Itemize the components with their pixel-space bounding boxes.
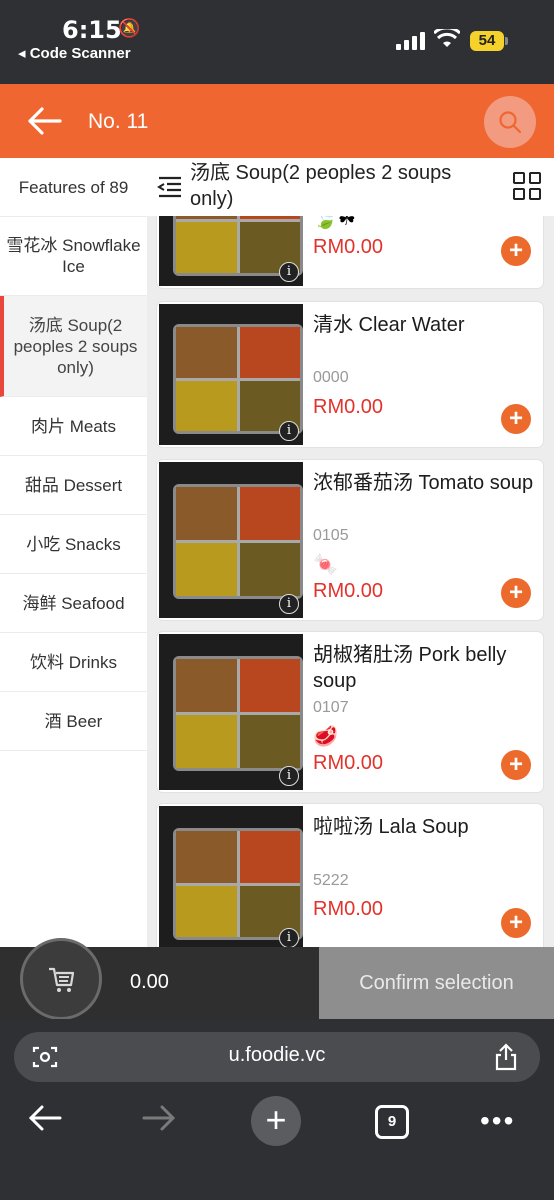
sidebar-item-label: 小吃 Snacks — [26, 534, 121, 554]
product-image: i — [159, 304, 303, 445]
search-icon — [499, 111, 522, 134]
add-to-cart-button[interactable]: + — [501, 908, 531, 938]
browser-toolbar: u.foodie.vc + 9 ••• — [0, 1019, 554, 1200]
info-icon[interactable]: i — [279, 262, 299, 282]
info-icon[interactable]: i — [279, 421, 299, 441]
add-to-cart-button[interactable]: + — [501, 578, 531, 608]
product-name: 清水 Clear Water — [313, 314, 465, 336]
product-card[interactable]: i 清水 Clear Water 0000 RM0.00 + — [157, 302, 543, 447]
sidebar-item-label: 雪花冰 Snowflake Ice — [6, 236, 141, 276]
category-title: 汤底 Soup(2 peoples 2 soups only) — [190, 162, 452, 210]
collapse-list-icon[interactable] — [157, 176, 183, 198]
product-name: 啦啦汤 Lala Soup — [313, 816, 469, 838]
product-card[interactable]: i 胡椒猪肚汤 Pork belly soup 0107 🥩 RM0.00 + — [157, 632, 543, 792]
category-sidebar: Features of 89 雪花冰 Snowflake Ice 汤底 Soup… — [0, 158, 147, 947]
cart-total: 0.00 — [130, 971, 169, 993]
browser-forward-icon[interactable] — [142, 1103, 176, 1133]
product-price: RM0.00 — [313, 898, 384, 920]
app-header: No. 11 — [0, 84, 554, 158]
sidebar-item-snacks[interactable]: 小吃 Snacks — [0, 515, 147, 574]
share-icon[interactable] — [494, 1043, 518, 1071]
address-bar[interactable]: u.foodie.vc — [14, 1032, 540, 1082]
sidebar-item-label: 海鲜 Seafood — [22, 593, 125, 613]
table-number-title: No. 11 — [88, 110, 149, 133]
battery-tip — [505, 37, 508, 45]
product-image: i — [159, 216, 303, 286]
product-tag-icon: 🥩 — [313, 726, 338, 748]
product-price: RM0.00 — [313, 236, 384, 258]
url-text: u.foodie.vc — [228, 1044, 326, 1066]
product-code: 0000 — [313, 369, 349, 386]
product-image: i — [159, 806, 303, 947]
battery-indicator: 54 — [470, 31, 504, 51]
status-bar: 6:15 🔕 ◂ Code Scanner 54 — [0, 0, 554, 84]
category-header: 汤底 Soup(2 peoples 2 soups only) — [147, 158, 554, 216]
sidebar-item-snowflake-ice[interactable]: 雪花冰 Snowflake Ice — [0, 217, 147, 296]
sidebar-item-label: 甜品 Dessert — [24, 475, 123, 495]
wifi-icon — [434, 29, 460, 47]
product-card[interactable]: i 🍃☘ RM0.00 + — [157, 216, 543, 288]
more-menu-icon[interactable]: ••• — [480, 1105, 515, 1137]
tab-count-button[interactable]: 9 — [375, 1105, 409, 1139]
sidebar-item-label: 饮料 Drinks — [30, 652, 117, 672]
browser-back-icon[interactable] — [28, 1103, 62, 1133]
confirm-selection-button[interactable]: Confirm selection — [319, 947, 554, 1019]
cellular-signal-icon — [396, 32, 426, 50]
sidebar-item-drinks[interactable]: 饮料 Drinks — [0, 633, 147, 692]
product-image: i — [159, 634, 303, 790]
product-name: 浓郁番茄汤 Tomato soup — [313, 472, 534, 494]
info-icon[interactable]: i — [279, 928, 299, 947]
sidebar-item-features[interactable]: Features of 89 — [0, 158, 147, 217]
info-icon[interactable]: i — [279, 766, 299, 786]
back-to-app-link[interactable]: ◂ Code Scanner — [18, 44, 131, 62]
product-price: RM0.00 — [313, 396, 384, 418]
product-list: i 🍃☘ RM0.00 + i 清水 Clear Water 0000 RM0.… — [147, 216, 554, 947]
sidebar-item-seafood[interactable]: 海鲜 Seafood — [0, 574, 147, 633]
new-tab-plus-icon[interactable]: + — [251, 1096, 301, 1146]
sidebar-item-meats[interactable]: 肉片 Meats — [0, 397, 147, 456]
product-name: 胡椒猪肚汤 Pork belly soup — [313, 644, 507, 692]
sidebar-item-label: 肉片 Meats — [30, 416, 117, 436]
product-code: 0107 — [313, 699, 349, 716]
sidebar-item-label: 汤底 Soup(2 peoples 2 soups only) — [13, 315, 138, 377]
sidebar-item-label: Features of 89 — [18, 177, 129, 197]
product-tag-icon: 🍬 — [313, 554, 338, 576]
sidebar-item-dessert[interactable]: 甜品 Dessert — [0, 456, 147, 515]
sidebar-item-soup[interactable]: 汤底 Soup(2 peoples 2 soups only) — [0, 296, 147, 397]
product-image: i — [159, 462, 303, 618]
cart-bar: 0.00 Confirm selection — [0, 938, 554, 1020]
add-to-cart-button[interactable]: + — [501, 750, 531, 780]
silent-bell-icon: 🔕 — [118, 18, 141, 38]
search-button[interactable] — [484, 96, 536, 148]
clock: 6:15 — [62, 16, 122, 44]
product-card[interactable]: i 啦啦汤 Lala Soup 5222 RM0.00 + — [157, 804, 543, 947]
product-price: RM0.00 — [313, 752, 384, 774]
grid-view-icon[interactable] — [513, 172, 543, 202]
sidebar-item-beer[interactable]: 酒 Beer — [0, 692, 147, 751]
sidebar-item-label: 酒 Beer — [44, 711, 103, 731]
cart-icon — [49, 967, 75, 992]
add-to-cart-button[interactable]: + — [501, 404, 531, 434]
product-card[interactable]: i 浓郁番茄汤 Tomato soup 0105 🍬 RM0.00 + — [157, 460, 543, 620]
product-code: 5222 — [313, 872, 349, 889]
back-arrow-icon[interactable] — [26, 106, 62, 136]
product-tag-icon: 🍃☘ — [313, 216, 356, 230]
cart-button[interactable] — [20, 938, 102, 1020]
product-code: 0105 — [313, 527, 349, 544]
info-icon[interactable]: i — [279, 594, 299, 614]
add-to-cart-button[interactable]: + — [501, 236, 531, 266]
product-price: RM0.00 — [313, 580, 384, 602]
